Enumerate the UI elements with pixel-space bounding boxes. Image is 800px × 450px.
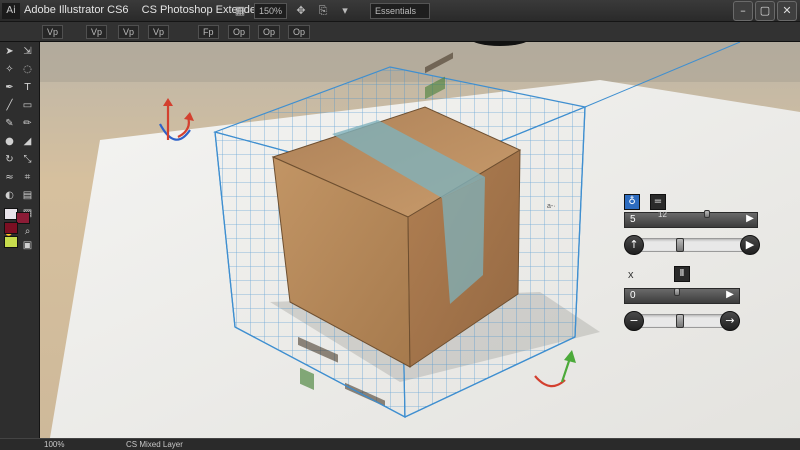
color-swatch-green[interactable] [4,236,18,248]
depth-mid-value: 12 [658,210,667,219]
transform-panel-2: x Ⅱ 0 ▶ − → [624,264,764,334]
perspective-grid-tool-icon[interactable]: ▤ [20,188,35,203]
brush-tool-icon[interactable]: ✎ [2,116,17,131]
line-tool-icon[interactable]: ╱ [2,98,17,113]
minus-icon[interactable]: − [624,311,644,331]
position-value: 0 [630,290,636,301]
play-circle-icon[interactable]: ▶ [740,235,760,255]
options-button-4[interactable]: Vp [148,25,170,39]
shape-builder-tool-icon[interactable]: ◐ [2,188,17,203]
status-zoom[interactable]: 100% [44,439,64,450]
title-bar: Ai Adobe Illustrator CS6 CS Photoshop Ex… [0,0,800,22]
move-icon[interactable]: ✥ [293,3,309,19]
direct-selection-tool-icon[interactable]: ⇲ [20,44,35,59]
app-icon[interactable]: Ai [2,3,20,19]
zoom-select[interactable]: 150% [254,3,288,19]
grid-icon[interactable]: ▦ [232,3,248,19]
chevron-down-icon[interactable]: ▾ [337,3,353,19]
scale-tool-icon[interactable]: ⤡ [20,152,35,167]
pen-tool-icon[interactable]: ✒ [2,80,17,95]
options-bar: Vp Vp Vp Vp Fp Op Op Op [0,22,800,42]
position-slider-handle[interactable] [674,288,680,296]
pause-icon[interactable]: Ⅱ [674,266,690,282]
tools-panel: ➤ ⇲ ✧ ◌ ✒ T ╱ ▭ ✎ ✏ ● ◢ ↻ ⤡ ≈ ⌗ ◐ ▤ ✐ ▧ … [0,42,40,450]
zoom-tool-icon[interactable]: ⌕ [20,224,35,239]
transform-panel-1: ♁ = 5 12 ▶ ↑ ▶ [624,194,764,264]
options-button-5[interactable]: Fp [198,25,219,39]
pencil-tool-icon[interactable]: ✏ [20,116,35,131]
close-x-label[interactable]: x [628,268,634,282]
status-document-info: CS Mixed Layer [126,440,183,449]
rotation-slider[interactable] [628,238,754,252]
screen-mode-icon[interactable]: ▣ [20,238,35,253]
blob-brush-tool-icon[interactable]: ● [2,134,17,149]
artboard-canvas[interactable]: a-· ♁ = 5 12 ▶ ↑ ▶ x Ⅱ 0 ▶ − → [40,42,800,438]
options-button-8[interactable]: Op [288,25,311,39]
options-button-2[interactable]: Vp [86,25,108,39]
status-bar: 100% CS Mixed Layer [0,438,800,450]
options-button-7[interactable]: Op [258,25,281,39]
stroke-color-swatch[interactable] [16,212,30,224]
warp-tool-icon[interactable]: ≈ [2,170,17,185]
title-controls: ▦ 150% ✥ ⎘ ▾ [232,2,353,20]
options-button-1[interactable]: Vp [42,25,64,39]
depth-value: 5 [630,214,636,225]
play-icon[interactable]: ▶ [742,212,758,228]
depth-slider[interactable] [624,212,758,228]
depth-slider-handle[interactable] [704,210,710,218]
scale-slider-handle[interactable] [676,314,684,328]
workspace-select[interactable]: Essentials [370,3,430,19]
free-transform-tool-icon[interactable]: ⌗ [20,170,35,185]
document-icon[interactable]: ⎘ [315,3,331,19]
app-name: Adobe Illustrator CS6 [24,4,129,16]
grid-corner-mark: a-· [547,203,556,210]
light-icon[interactable]: ♁ [624,194,640,210]
maximize-button[interactable]: ▢ [755,1,775,21]
eraser-tool-icon[interactable]: ◢ [20,134,35,149]
close-button[interactable]: ✕ [777,1,797,21]
color-swatch-red[interactable] [4,222,18,234]
options-button-3[interactable]: Vp [118,25,140,39]
options-button-6[interactable]: Op [228,25,251,39]
lasso-tool-icon[interactable]: ◌ [20,62,35,77]
rotation-slider-handle[interactable] [676,238,684,252]
minimize-button[interactable]: – [733,1,753,21]
rotate-tool-icon[interactable]: ↻ [2,152,17,167]
play-icon[interactable]: ▶ [722,288,738,304]
magic-wand-tool-icon[interactable]: ✧ [2,62,17,77]
selection-tool-icon[interactable]: ➤ [2,44,17,59]
arrow-up-icon[interactable]: ↑ [624,235,644,255]
rectangle-tool-icon[interactable]: ▭ [20,98,35,113]
arrow-right-icon[interactable]: → [720,311,740,331]
type-tool-icon[interactable]: T [20,80,35,95]
